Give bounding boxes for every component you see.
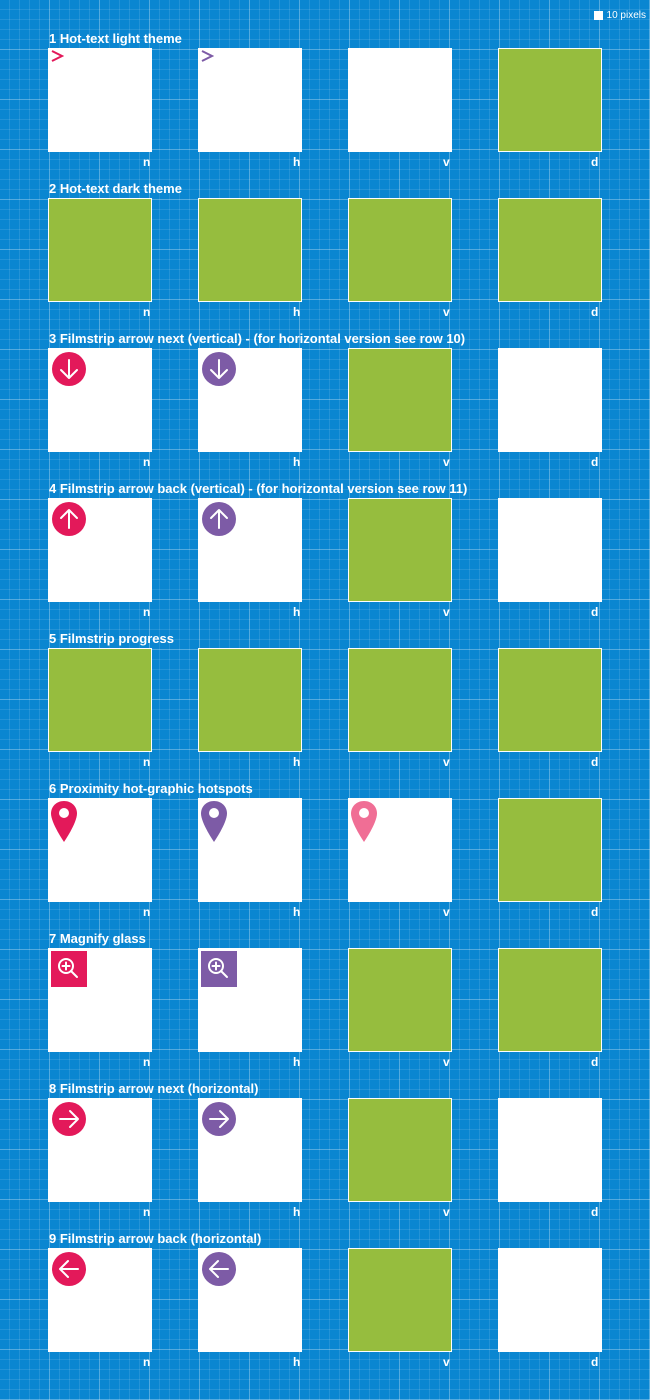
sprite-cell-n [48,498,152,602]
sprite-cell-v [348,798,452,902]
row-title: 7 Magnify glass [49,931,146,946]
row-title: 9 Filmstrip arrow back (horizontal) [49,1231,262,1246]
arrow-up-circle-icon [201,501,237,537]
sprite-cell-n [48,348,152,452]
arrow-down-circle-icon [201,351,237,387]
sprite-cell-v [348,198,452,302]
row-title: 2 Hot-text dark theme [49,181,182,196]
zoom-in-icon [51,951,87,987]
sprite-cell-h [198,1098,302,1202]
sprite-cell-n [48,798,152,902]
sprite-cell-h [198,948,302,1052]
map-pin-icon [50,800,78,844]
sprite-cell-h [198,648,302,752]
sprite-cell-v [348,498,452,602]
map-pin-icon [200,800,228,844]
arrow-left-circle-icon [51,1251,87,1287]
state-label: d [591,1355,599,1369]
sprite-cell-d [498,1248,602,1352]
sprite-cell-h [198,48,302,152]
sprite-cell-n [48,648,152,752]
sprite-cell-h [198,498,302,602]
arrow-left-circle-icon [201,1251,237,1287]
sprite-cell-d [498,798,602,902]
sprite-cell-v [348,1248,452,1352]
sprite-row: 8 Filmstrip arrow next (horizontal) n h v d [0,1050,650,1219]
state-label: n [143,1355,151,1369]
sprite-row: 7 Magnify glass n h v d [0,900,650,1069]
sprite-cell-n [48,1248,152,1352]
row-title: 1 Hot-text light theme [49,31,182,46]
sprite-cell-v [348,348,452,452]
sprite-cell-h [198,1248,302,1352]
sprite-cell-d [498,198,602,302]
row-title: 4 Filmstrip arrow back (vertical) - (for… [49,481,468,496]
arrow-right-circle-icon [51,1101,87,1137]
row-title: 3 Filmstrip arrow next (vertical) - (for… [49,331,466,346]
sprite-cell-n [48,48,152,152]
sprite-cell-h [198,198,302,302]
state-label: h [293,1355,301,1369]
arrow-up-circle-icon [51,501,87,537]
sprite-cell-n [48,198,152,302]
sprite-row: 9 Filmstrip arrow back (horizontal) n h v d [0,1200,650,1369]
arrow-right-circle-icon [201,1101,237,1137]
sprite-cell-d [498,1098,602,1202]
row-title: 5 Filmstrip progress [49,631,174,646]
row-title: 6 Proximity hot-graphic hotspots [49,781,253,796]
sprite-cell-d [498,348,602,452]
sprite-cell-d [498,948,602,1052]
sprite-cell-d [498,648,602,752]
sprite-row: 5 Filmstrip progress n h v d [0,600,650,769]
sprite-row: 4 Filmstrip arrow back (vertical) - (for… [0,450,650,619]
sprite-row: 2 Hot-text dark theme n h v d [0,150,650,319]
chevron-right-icon [200,49,214,63]
sprite-cell-n [48,948,152,1052]
sprite-cell-v [348,648,452,752]
chevron-right-icon [50,49,64,63]
sprite-cell-v [348,1098,452,1202]
map-pin-icon [350,800,378,844]
state-label: v [443,1355,450,1369]
zoom-in-icon [201,951,237,987]
row-title: 8 Filmstrip arrow next (horizontal) [49,1081,259,1096]
sprite-row: 3 Filmstrip arrow next (vertical) - (for… [0,300,650,469]
sprite-cell-h [198,348,302,452]
arrow-down-circle-icon [51,351,87,387]
sprite-cell-v [348,948,452,1052]
sprite-cell-h [198,798,302,902]
sprite-cell-v [348,48,452,152]
sprite-cell-d [498,498,602,602]
sprite-row: 6 Proximity hot-graphic hotspots n h v d [0,750,650,919]
sprite-cell-n [48,1098,152,1202]
sprite-row: 1 Hot-text light theme n h v d [0,0,650,169]
sprite-cell-d [498,48,602,152]
